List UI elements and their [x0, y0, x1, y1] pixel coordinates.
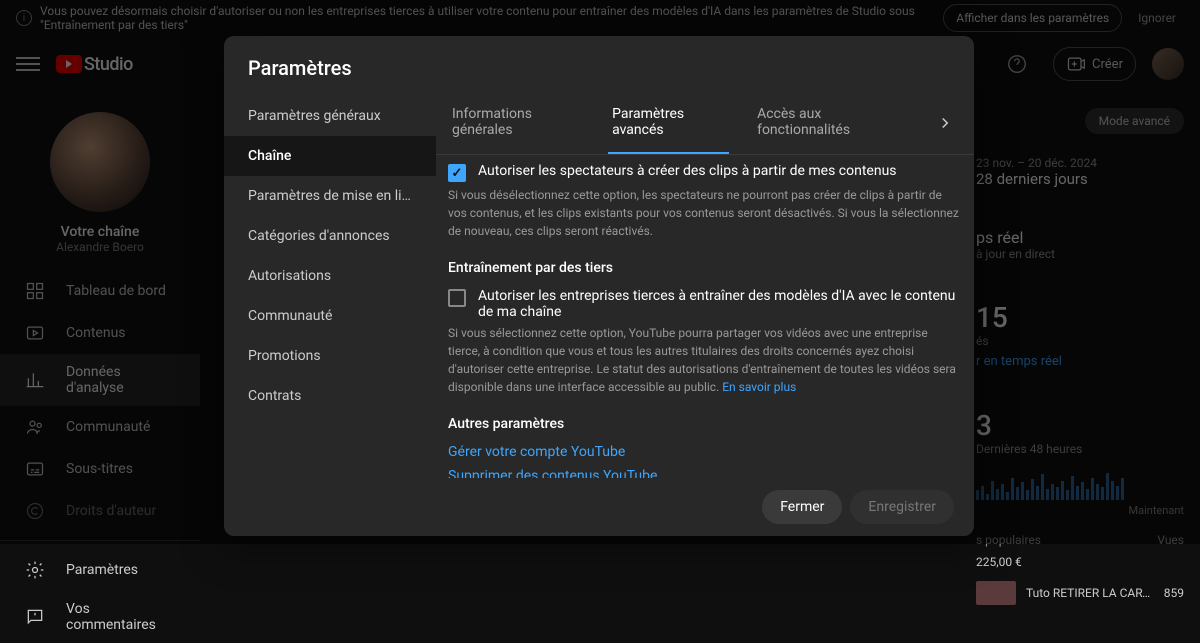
third-party-training-title: Entraînement par des tiers — [448, 260, 962, 276]
settings-nav-community[interactable]: Communauté — [224, 296, 436, 336]
settings-nav-channel[interactable]: Chaîne — [224, 136, 436, 176]
tab-advanced[interactable]: Paramètres avancés — [608, 92, 729, 154]
settings-panel: Autoriser les spectateurs à créer des cl… — [436, 155, 974, 478]
tab-general-info[interactable]: Informations générales — [448, 92, 584, 154]
remove-content-link[interactable]: Supprimer des contenus YouTube — [448, 468, 962, 478]
settings-modal: Paramètres Paramètres généraux Chaîne Pa… — [224, 36, 974, 536]
settings-tabs: Informations générales Paramètres avancé… — [436, 92, 974, 155]
modal-footer: Fermer Enregistrer — [224, 478, 974, 536]
close-button[interactable]: Fermer — [762, 490, 842, 524]
video-thumbnail — [976, 581, 1016, 605]
tab-feature-access[interactable]: Accès aux fonctionnalités — [753, 92, 904, 154]
settings-nav-general[interactable]: Paramètres généraux — [224, 96, 436, 136]
training-checkbox[interactable] — [448, 289, 466, 307]
settings-nav-promotions[interactable]: Promotions — [224, 336, 436, 376]
nav-feedback[interactable]: Vos commentaires — [0, 591, 200, 643]
other-settings-title: Autres paramètres — [448, 416, 962, 432]
training-label: Autoriser les entreprises tierces à entr… — [478, 288, 962, 320]
settings-nav-upload[interactable]: Paramètres de mise en ligne … — [224, 176, 436, 216]
training-help-text: Si vous sélectionnez cette option, YouTu… — [448, 324, 962, 396]
clips-label: Autoriser les spectateurs à créer des cl… — [478, 163, 897, 179]
manage-account-link[interactable]: Gérer votre compte YouTube — [448, 444, 962, 460]
learn-more-link[interactable]: En savoir plus — [722, 380, 796, 394]
nav-settings[interactable]: Paramètres — [0, 549, 200, 591]
nav-label: Vos commentaires — [66, 601, 176, 633]
clips-help-text: Si vous désélectionnez cette option, les… — [448, 186, 962, 240]
save-button[interactable]: Enregistrer — [850, 490, 954, 524]
video-row[interactable]: Tuto RETIRER LA CARTE SI… 859 — [976, 581, 1184, 605]
gear-icon — [24, 559, 46, 581]
feedback-icon — [24, 606, 46, 628]
nav-label: Paramètres — [66, 562, 138, 578]
settings-nav-contracts[interactable]: Contrats — [224, 376, 436, 416]
settings-nav-ads[interactable]: Catégories d'annonces — [224, 216, 436, 256]
modal-title: Paramètres — [224, 36, 974, 92]
clips-checkbox[interactable] — [448, 164, 466, 182]
tabs-next-icon[interactable] — [928, 106, 962, 140]
settings-sidebar: Paramètres généraux Chaîne Paramètres de… — [224, 92, 436, 478]
video-views: 859 — [1164, 586, 1184, 600]
settings-nav-permissions[interactable]: Autorisations — [224, 256, 436, 296]
price-value: 225,00 € — [976, 555, 1184, 569]
video-title: Tuto RETIRER LA CARTE SI… — [1026, 586, 1154, 600]
